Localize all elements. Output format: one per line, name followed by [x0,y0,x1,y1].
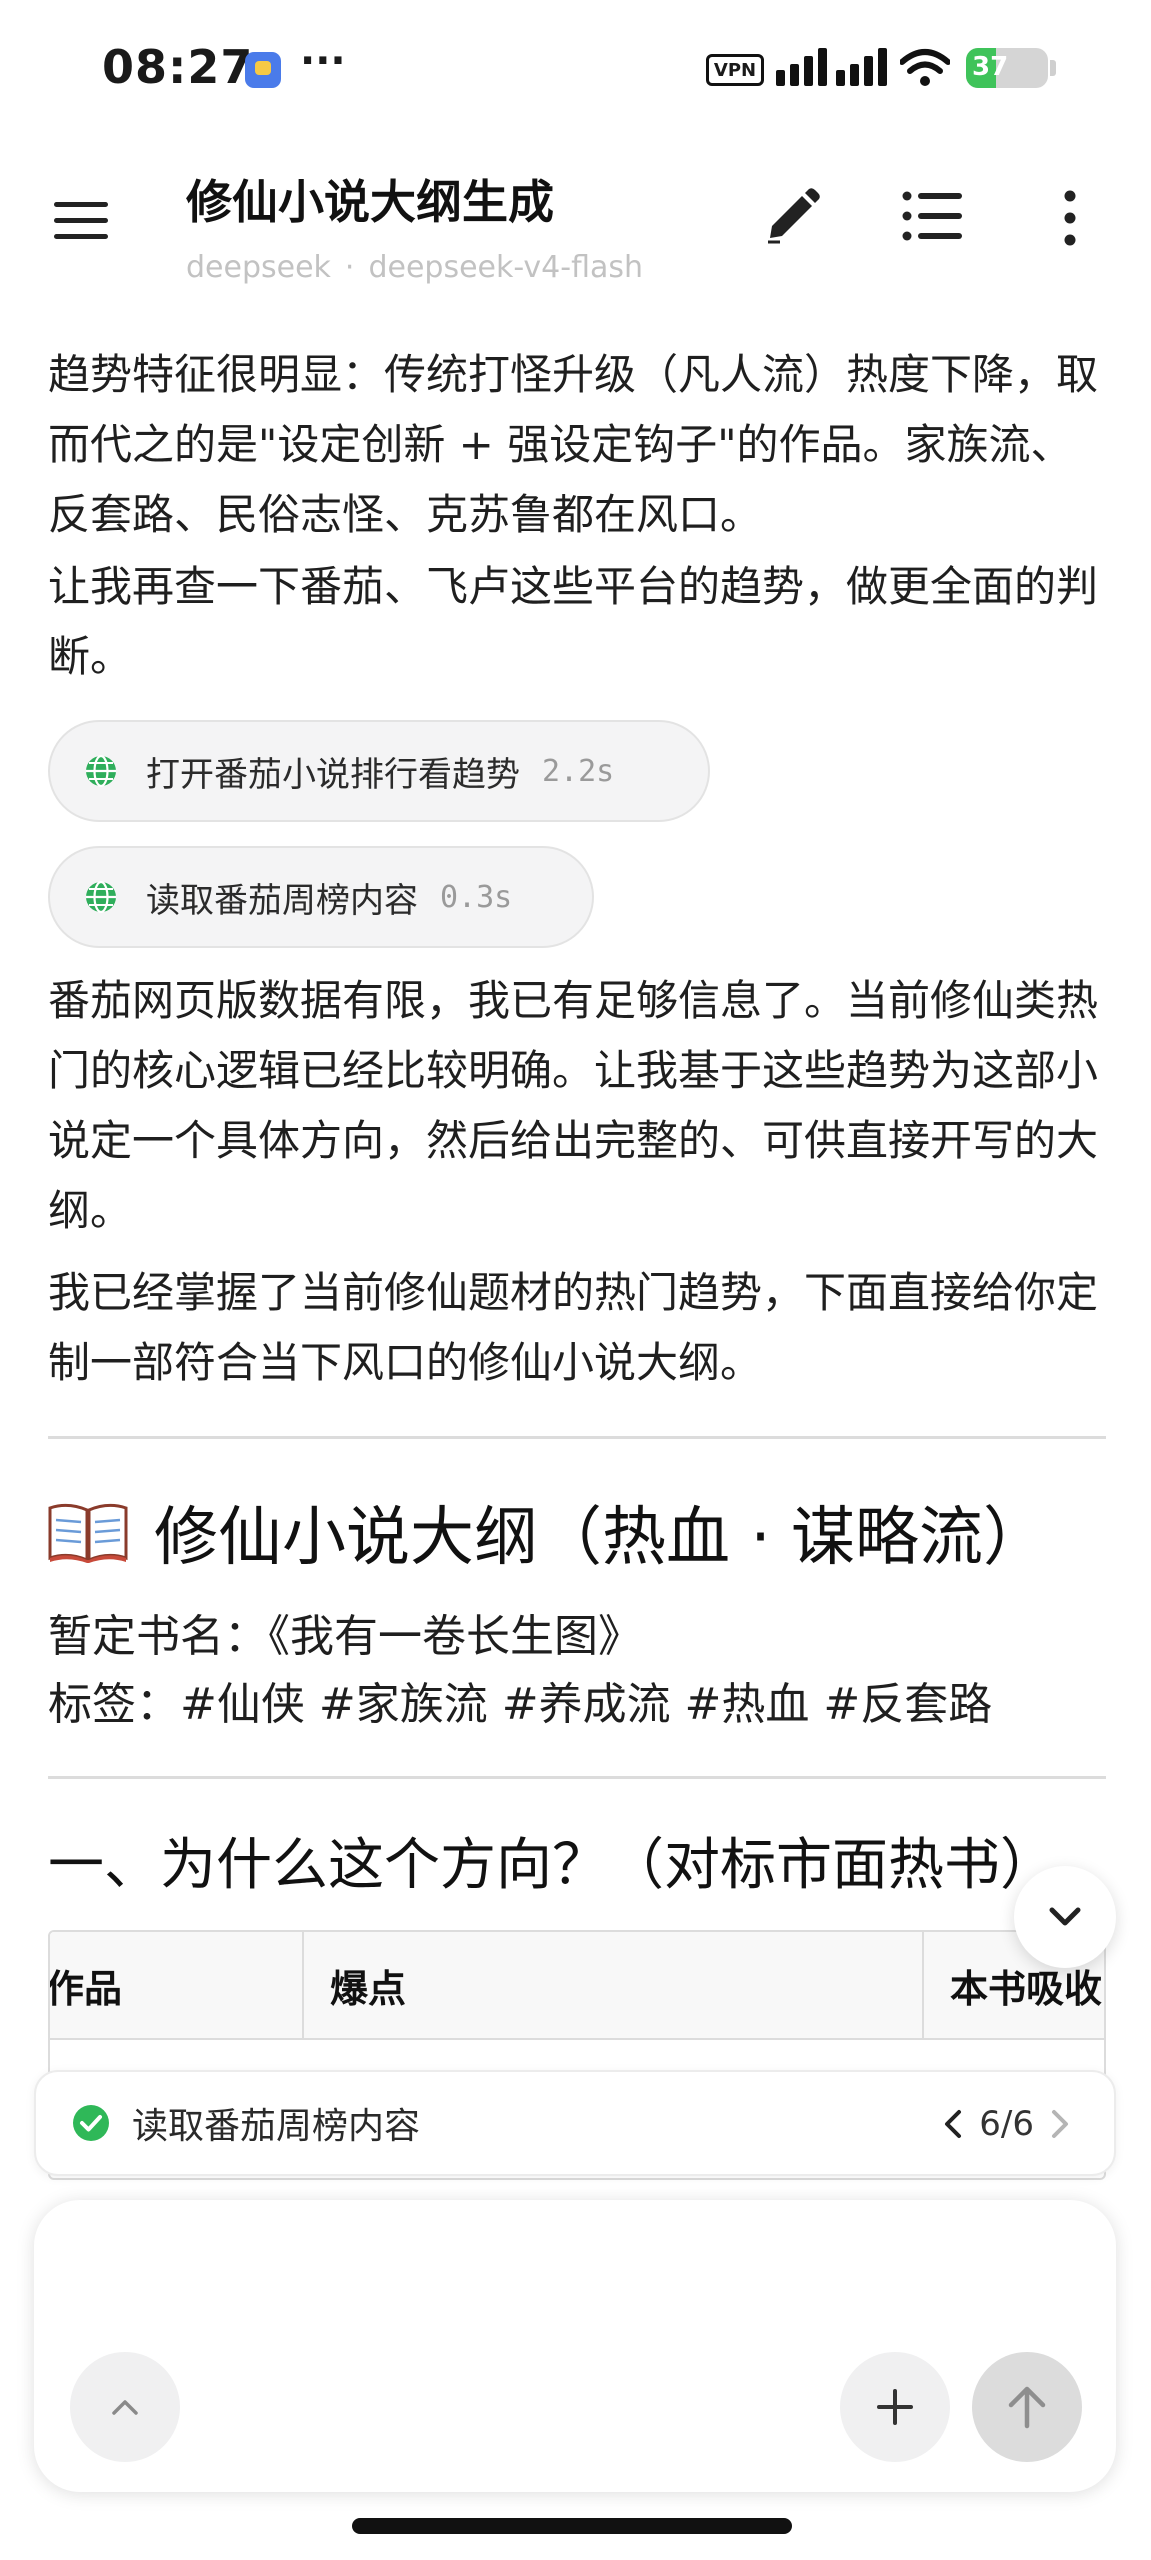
assistant-paragraph: 我已经掌握了当前修仙题材的热门趋势，下面直接给你定制一部符合当下风口的修仙小说大… [48,1268,1099,1387]
app-notification-icon [245,52,281,88]
divider [48,1436,1106,1439]
tool-call-duration: 2.2s [542,753,615,789]
add-attachment-button[interactable] [840,2352,950,2462]
subtitle-separator: · [344,250,355,285]
arrow-up-icon [1008,2386,1046,2429]
tool-progress-bar[interactable]: 读取番茄周榜内容 6/6 [34,2070,1116,2176]
tool-call-chip[interactable]: 打开番茄小说排行看趋势 2.2s [48,720,710,822]
globe-icon [86,880,116,914]
plus-icon [877,2389,913,2425]
book-title: 暂定书名：《我有一卷长生图》 [48,1611,642,1662]
vpn-icon: VPN [706,54,764,86]
battery-level: 37 [972,52,1009,82]
model-name: deepseek-v4-flash [368,250,643,285]
book-tags: 标签：#仙侠 #家族流 #养成流 #热血 #反套路 [48,1679,993,1730]
status-time: 08:27 [102,40,254,94]
progress-label: 读取番茄周榜内容 [132,2106,421,2147]
message-composer [34,2200,1116,2492]
chat-title-block[interactable]: 修仙小说大纲生成 deepseek · deepseek-v4-flash [186,166,643,285]
outline-heading: 修仙小说大纲（热血 · 谋略流） [48,1486,1047,1578]
table-header-cell: 作品 [50,1932,304,2040]
battery-tip [1050,60,1056,76]
chat-screen: 08:27 ··· VPN 37 修仙小说大纲生成 deepseek · dee… [0,0,1151,2560]
tool-call-duration: 0.3s [440,879,513,915]
send-button[interactable] [972,2352,1082,2462]
battery-icon: 37 [966,48,1048,88]
step-pager: 6/6 [943,2072,1070,2176]
status-overflow-dots: ··· [300,38,346,84]
tool-call-label: 读取番茄周榜内容 [146,880,418,921]
chevron-up-icon [112,2400,138,2415]
tool-call-chip[interactable]: 读取番茄周榜内容 0.3s [48,846,594,948]
edit-icon[interactable] [762,186,822,246]
signal-icon [776,48,887,86]
assistant-paragraph: 趋势特征很明显：传统打怪升级（凡人流）热度下降，取而代之的是"设定创新 + 强设… [48,350,1099,539]
outline-heading-text: 修仙小说大纲（热血 · 谋略流） [154,1501,1048,1575]
home-indicator[interactable] [352,2518,792,2534]
status-bar: 08:27 ··· VPN 37 [0,0,1151,140]
message-input[interactable] [84,2240,1064,2300]
scroll-to-bottom-button[interactable] [1014,1866,1116,1968]
assistant-paragraph: 番茄网页版数据有限，我已有足够信息了。当前修仙类热门的核心逻辑已经比较明确。让我… [48,976,1099,1235]
divider [48,1776,1106,1779]
chevron-down-icon [1049,1907,1081,1926]
table-header-row: 作品 爆点 本书吸收 [50,1932,1104,2040]
chat-title: 修仙小说大纲生成 [186,175,554,229]
model-subtitle: deepseek · deepseek-v4-flash [186,250,643,285]
list-icon[interactable] [902,190,962,242]
expand-button[interactable] [70,2352,180,2462]
table-header-cell: 爆点 [304,1932,924,2040]
more-vertical-icon[interactable] [1054,188,1086,248]
check-circle-icon [73,2105,109,2141]
wifi-icon [900,49,950,86]
tool-call-label: 打开番茄小说排行看趋势 [146,754,520,795]
chevron-left-icon[interactable] [943,2109,963,2139]
globe-icon [86,754,116,788]
assistant-paragraph: 让我再查一下番茄、飞卢这些平台的趋势，做更全面的判断。 [48,562,1099,681]
pager-count: 6/6 [979,2104,1034,2144]
menu-icon[interactable] [54,200,108,240]
section-heading: 一、为什么这个方向？（对标市面热书） [48,1833,1056,1898]
provider-name: deepseek [186,250,331,285]
chevron-right-icon[interactable] [1050,2109,1070,2139]
chat-header: 修仙小说大纲生成 deepseek · deepseek-v4-flash [0,140,1151,290]
open-book-icon [48,1503,128,1563]
